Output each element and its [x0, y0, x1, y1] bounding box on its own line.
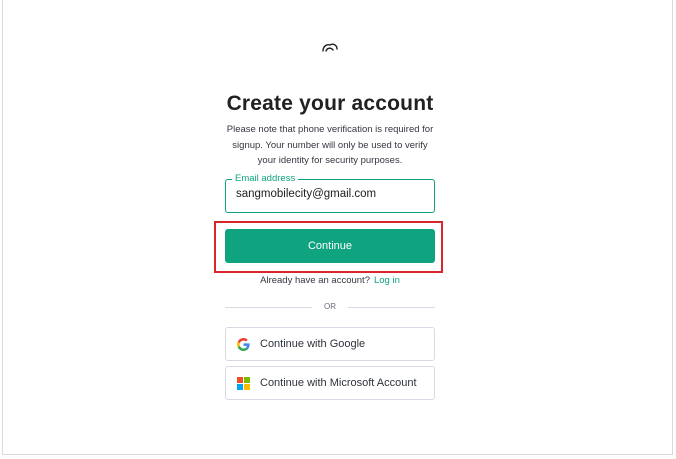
- email-input[interactable]: [236, 188, 426, 200]
- continue-with-microsoft-button[interactable]: Continue with Microsoft Account: [225, 366, 435, 400]
- verification-note-line: signup. Your number will only be used to…: [232, 139, 428, 151]
- microsoft-button-label: Continue with Microsoft Account: [260, 377, 417, 389]
- or-divider: OR: [225, 301, 435, 313]
- google-icon: [237, 338, 250, 351]
- email-field[interactable]: Email address: [225, 173, 435, 213]
- microsoft-icon: [237, 377, 250, 390]
- verification-note-line: Please note that phone verification is r…: [226, 124, 434, 135]
- divider-line: [348, 307, 435, 308]
- continue-button[interactable]: Continue: [225, 229, 435, 263]
- continue-with-google-button[interactable]: Continue with Google: [225, 327, 435, 361]
- google-button-label: Continue with Google: [260, 338, 366, 350]
- page-title: Create your account: [226, 92, 434, 115]
- login-row: Already have an account? Log in: [0, 275, 660, 286]
- login-prompt: Already have an account?: [260, 275, 370, 286]
- login-link[interactable]: Log in: [374, 275, 400, 286]
- email-field-label: Email address: [232, 173, 299, 185]
- openai-logo-icon: [322, 43, 338, 52]
- verification-note: Please note that phone verification is r…: [220, 122, 440, 169]
- verification-note-line: your identity for security purposes.: [257, 155, 403, 166]
